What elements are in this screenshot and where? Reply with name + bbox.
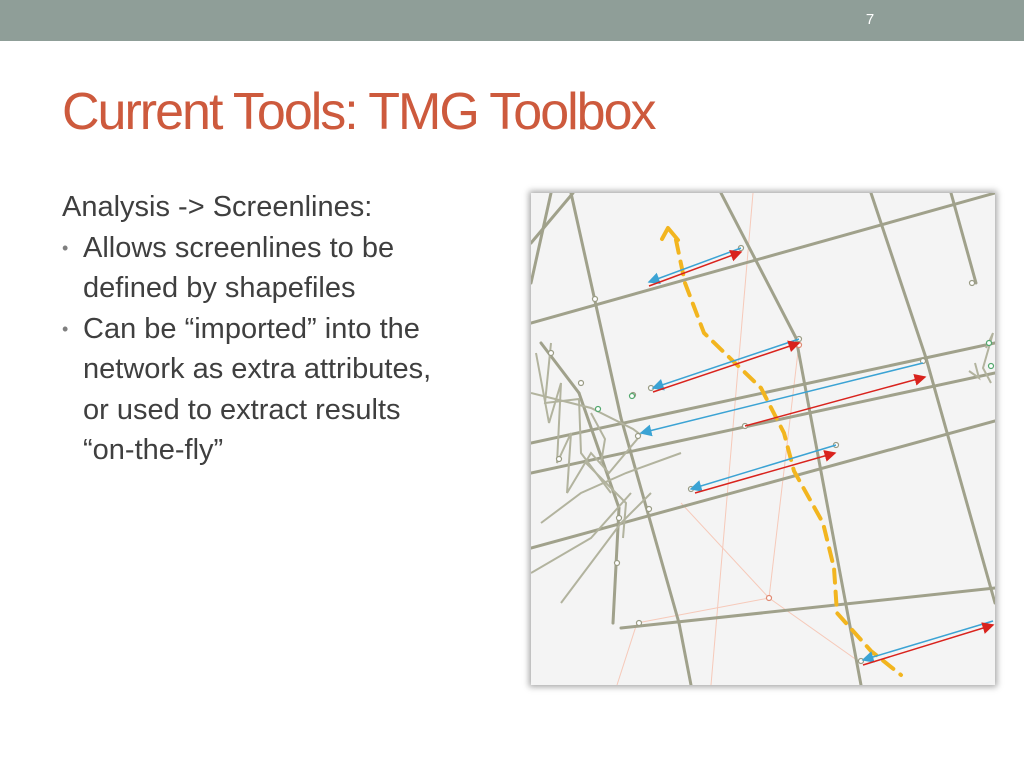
slide-title: Current Tools: TMG Toolbox [62, 83, 657, 141]
bullet-line: network as extra attributes, [83, 353, 432, 385]
bullet-dot-icon: • [62, 237, 69, 258]
bullet-line: Can be “imported” into the [83, 312, 420, 345]
bullet-line: or used to extract results [83, 393, 401, 426]
bullet-dot-icon: • [62, 318, 69, 339]
bullet-line: Allows screenlines to be [83, 231, 395, 264]
slide-number: 7 [865, 11, 875, 28]
slide-body: Analysis -> Screenlines: • Allows screen… [62, 187, 512, 471]
bullet-line: defined by shapefiles [83, 272, 356, 304]
bullet-item: • Allows screenlines to be defined by sh… [62, 228, 512, 309]
bullet-item: • Can be “imported” into the network as … [62, 309, 512, 471]
bullet-line: “on-the-fly” [83, 434, 224, 466]
network-map [531, 193, 995, 685]
subheading: Analysis -> Screenlines: [62, 191, 373, 223]
bullet-list: • Allows screenlines to be defined by sh… [62, 228, 512, 471]
network-map-screenshot [531, 193, 995, 685]
